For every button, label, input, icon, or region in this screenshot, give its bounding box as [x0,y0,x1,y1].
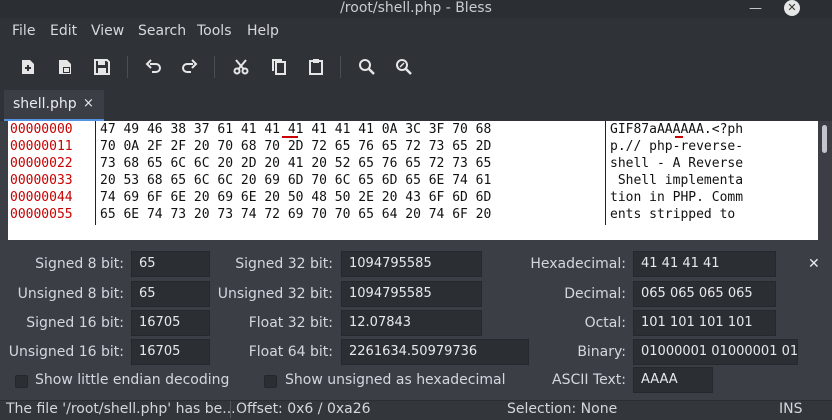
hex-scrollbar[interactable] [819,121,832,240]
unsigned-16-label: Unsigned 16 bit: [8,344,124,360]
signed-32-label: Signed 32 bit: [235,256,333,272]
float-32-field[interactable]: 12.07843 [341,310,482,336]
binary-label: Binary: [577,344,626,360]
row-ascii[interactable]: shell - A Reverse [610,155,743,172]
row-bytes[interactable]: 70 0A 2F 2F 20 70 68 70 2D 72 65 76 65 7… [100,138,491,155]
menu-search[interactable]: Search [138,22,186,40]
unsigned-16-field[interactable]: 16705 [131,339,210,365]
new-file-icon [22,60,34,74]
unsigned-8-field[interactable]: 65 [131,281,210,307]
scrollbar-thumb[interactable] [822,125,827,153]
toolbar-separator [340,56,341,78]
row-ascii[interactable]: GIF87aAAAAAA.<?ph [610,121,743,138]
menu-edit[interactable]: Edit [50,22,77,40]
float-64-label: Float 64 bit: [248,344,333,360]
decimal-field[interactable]: 065 065 065 065 [633,281,776,307]
row-offset: 00000022 [10,156,73,171]
menu-file[interactable]: File [12,22,35,40]
status-selection: Selection: None [507,401,618,417]
row-offset: 00000000 [10,122,73,137]
little-endian-checkbox[interactable] [15,375,28,388]
find-replace-icon [396,59,412,75]
tab-bar [0,90,832,121]
status-insert-mode: INS [779,401,803,417]
menu-view[interactable]: View [91,22,124,40]
toolbar-separator [214,56,215,78]
cut-button[interactable] [228,54,254,80]
menu-help[interactable]: Help [247,22,279,40]
row-offset: 00000055 [10,207,73,222]
octal-label: Octal: [584,315,626,331]
tab-label: shell.php [13,96,77,112]
copy-button[interactable] [266,54,292,80]
save-icon [94,59,110,75]
menu-bar [0,18,832,44]
find-button[interactable] [354,54,380,80]
paste-icon [309,59,323,75]
signed-8-field[interactable]: 65 [131,251,210,277]
tab-shell-php[interactable]: shell.php × [4,90,104,121]
ascii-divider [605,121,606,225]
float-32-label: Float 32 bit: [248,315,333,331]
unsigned-32-label: Unsigned 32 bit: [217,286,333,302]
hex-editor-view[interactable]: 00000000 47 49 46 38 37 61 41 41 41 41 4… [8,121,818,240]
row-bytes[interactable]: 20 53 68 65 6C 6C 20 69 6D 70 6C 65 6D 6… [100,172,491,189]
ascii-text-field[interactable]: AAAA [633,367,713,393]
little-endian-label: Show little endian decoding [35,372,230,388]
row-offset: 00000011 [10,139,73,154]
new-file-button[interactable] [15,54,41,80]
hexadecimal-label: Hexadecimal: [530,256,626,272]
close-window-button[interactable]: ✕ [784,0,800,16]
row-offset: 00000044 [10,190,73,205]
copy-icon [272,59,286,75]
window-title: /root/shell.php - Bless [340,0,492,16]
find-replace-button[interactable] [391,54,417,80]
signed-32-field[interactable]: 1094795585 [341,251,482,277]
offset-divider [95,121,96,225]
toolbar-separator [127,56,128,78]
new-window-icon [59,60,71,74]
signed-16-field[interactable]: 16705 [131,310,210,336]
row-bytes[interactable]: 47 49 46 38 37 61 41 41 41 41 41 41 0A 3… [100,121,491,138]
minimize-button[interactable]: — [749,2,762,15]
ascii-text-label: ASCII Text: [552,372,626,388]
row-offset: 00000033 [10,173,73,188]
row-bytes[interactable]: 65 6E 74 73 20 73 74 72 69 70 70 65 64 2… [100,206,491,223]
close-panel-icon[interactable]: ✕ [808,256,820,272]
hexadecimal-field[interactable]: 41 41 41 41 [633,251,776,277]
tab-close-icon[interactable]: × [83,96,94,111]
unsigned-8-label: Unsigned 8 bit: [17,286,124,302]
new-window-button[interactable] [52,54,78,80]
octal-field[interactable]: 101 101 101 101 [633,310,776,336]
signed-16-label: Signed 16 bit: [26,315,124,331]
row-bytes[interactable]: 74 69 6F 6E 20 69 6E 20 50 48 50 2E 20 4… [100,189,491,206]
save-button[interactable] [89,54,115,80]
status-offset: Offset: 0x6 / 0xa26 [236,401,371,417]
unsigned-hex-checkbox[interactable] [264,375,277,388]
paste-button[interactable] [303,54,329,80]
binary-field[interactable]: 01000001 01000001 01000001 01000001 [633,339,798,365]
row-ascii[interactable]: ents stripped to [610,206,743,223]
cut-icon [233,59,249,75]
signed-8-label: Signed 8 bit: [35,256,124,272]
row-bytes[interactable]: 73 68 65 6C 6C 20 2D 20 41 20 52 65 76 6… [100,155,491,172]
undo-icon [145,59,161,73]
redo-button[interactable] [176,54,202,80]
menu-tools[interactable]: Tools [197,22,232,40]
row-ascii[interactable]: p.// php-reverse- [610,138,743,155]
status-message: The file '/root/shell.php' has be... [6,401,236,417]
status-separator [230,401,231,418]
row-ascii[interactable]: tion in PHP. Comm [610,189,743,206]
unsigned-hex-label: Show unsigned as hexadecimal [285,372,506,388]
decimal-label: Decimal: [564,286,626,302]
undo-button[interactable] [141,54,167,80]
unsigned-32-field[interactable]: 1094795585 [341,281,482,307]
redo-icon [182,59,198,73]
find-icon [359,59,375,75]
row-ascii[interactable]: Shell implementa [610,172,743,189]
